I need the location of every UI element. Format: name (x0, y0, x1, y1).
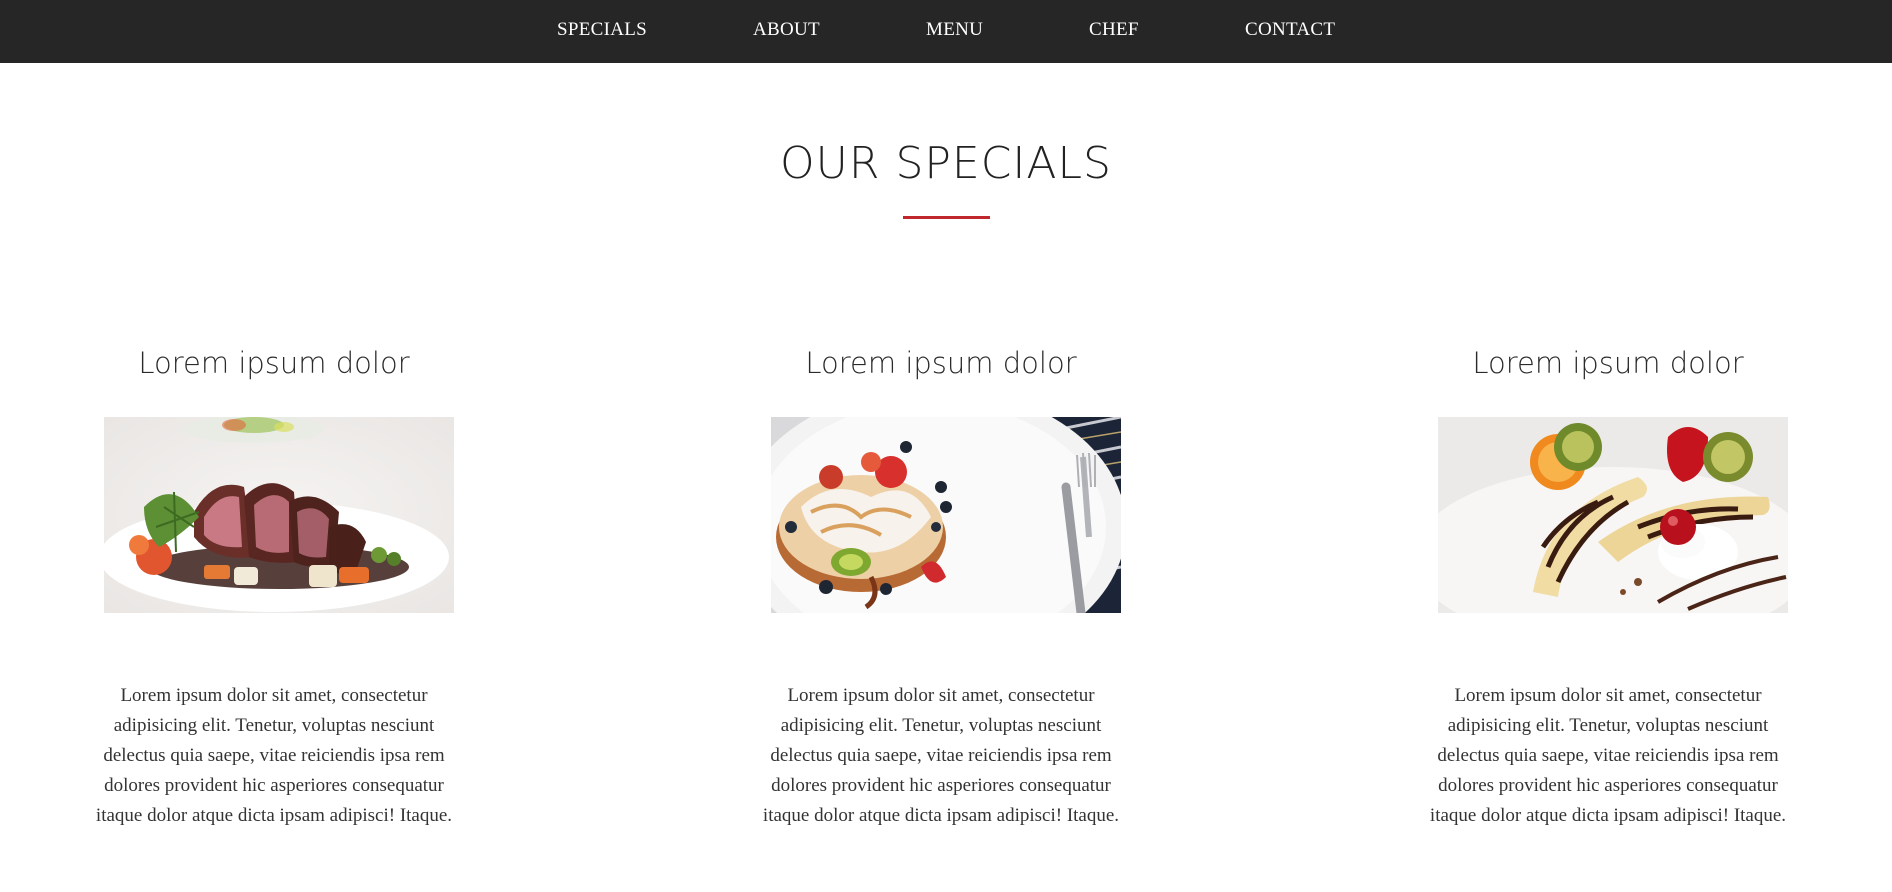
nav-link-menu[interactable]: MENU (926, 19, 983, 41)
nav-link-about[interactable]: ABOUT (753, 19, 820, 41)
banana-dessert-image (1438, 417, 1788, 613)
card-description: Lorem ipsum dolor sit amet, consectetur … (1429, 685, 1787, 826)
pancake-dish-image (771, 417, 1121, 613)
card-title: Lorem ipsum dolor (1472, 346, 1744, 380)
special-card: Lorem ipsum dolor Lorem ipsum dolor sit … (761, 340, 1121, 826)
special-card: Lorem ipsum dolor Lorem ipsum dolor sit … (94, 340, 454, 826)
nav-link-contact[interactable]: CONTACT (1245, 19, 1335, 41)
card-description: Lorem ipsum dolor sit amet, consectetur … (95, 685, 453, 826)
card-description: Lorem ipsum dolor sit amet, consectetur … (762, 685, 1120, 826)
top-navbar: SPECIALS ABOUT MENU CHEF CONTACT (0, 0, 1892, 63)
card-title: Lorem ipsum dolor (805, 346, 1077, 380)
title-divider (903, 216, 990, 219)
steak-dish-image (104, 417, 454, 613)
card-title: Lorem ipsum dolor (138, 346, 410, 380)
nav-link-chef[interactable]: CHEF (1089, 19, 1139, 41)
special-card: Lorem ipsum dolor Lorem ipsum dolor sit … (1428, 340, 1788, 826)
section-title: OUR SPECIALS (780, 138, 1112, 189)
nav-link-specials[interactable]: SPECIALS (557, 19, 647, 41)
